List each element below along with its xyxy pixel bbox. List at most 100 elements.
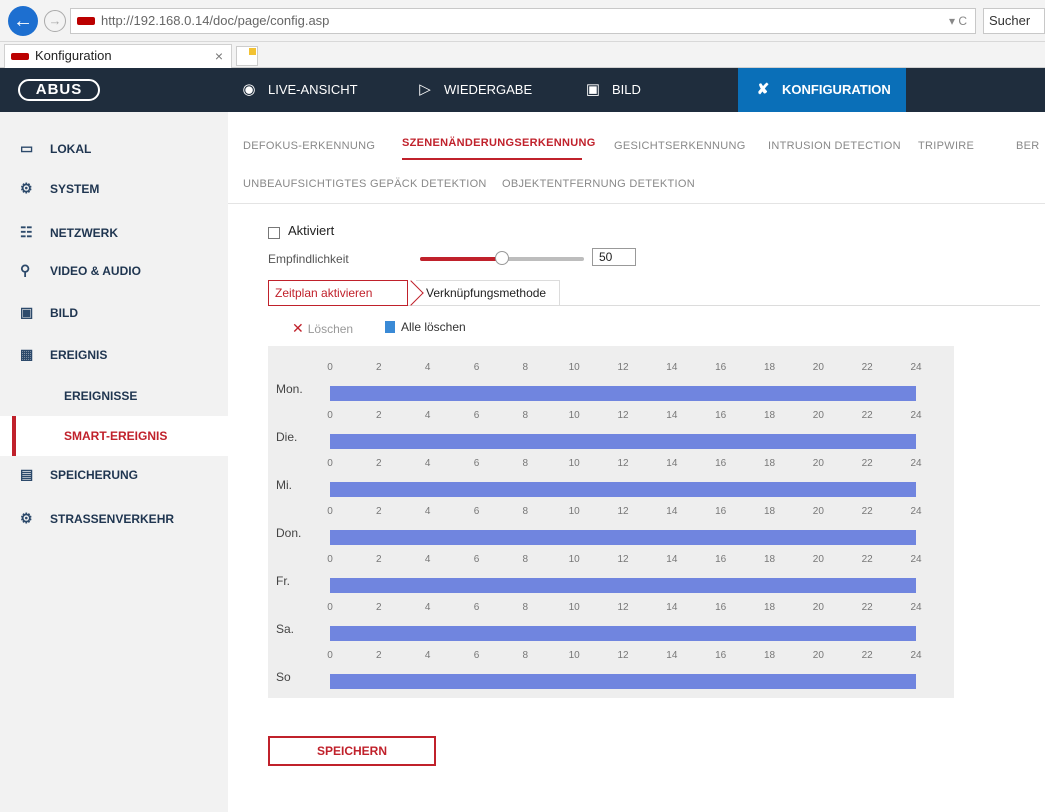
nav-playback[interactable]: ▷ WIEDERGABE (414, 68, 532, 112)
hour-tick: 8 (522, 506, 529, 517)
hour-tick: 0 (327, 362, 333, 373)
hour-tick: 4 (424, 650, 431, 661)
nav-image[interactable]: ▣ BILD (582, 68, 641, 112)
sensitivity-value-input[interactable]: 50 (592, 248, 636, 266)
hour-tick: 16 (715, 506, 727, 517)
traffic-icon: ⚙ (20, 510, 33, 526)
tab-defocus-detection[interactable]: DEFOKUS-ERKENNUNG (243, 140, 375, 152)
hour-tick: 24 (910, 506, 922, 517)
refresh-icon[interactable]: ▾ C (949, 9, 967, 33)
schedule-bar[interactable] (330, 626, 916, 641)
schedule-bar[interactable] (330, 482, 916, 497)
tab-unattended-baggage[interactable]: UNBEAUFSICHTIGTES GEPÄCK DETEKTION (243, 178, 487, 190)
sidebar-item-storage[interactable]: ▤ SPEICHERUNG (0, 454, 228, 494)
sidebar-item-event[interactable]: ▦ EREIGNIS (0, 334, 228, 374)
hour-tick: 2 (376, 506, 382, 517)
hour-tick: 0 (327, 554, 333, 565)
hour-tick: 10 (568, 506, 580, 517)
slider-handle[interactable] (495, 251, 509, 265)
tab-enable-schedule[interactable]: Zeitplan aktivieren (268, 280, 408, 306)
hour-tick: 20 (812, 554, 824, 565)
hour-tick: 24 (910, 554, 922, 565)
forward-button[interactable]: → (44, 10, 66, 32)
hour-tick: 2 (376, 458, 382, 469)
schedule-row: 0 2 4 6 8 10 12 14 16 18 20 22 24 Don. (268, 506, 954, 552)
play-icon: ▷ (419, 81, 431, 98)
hour-tick: 12 (617, 362, 629, 373)
schedule-grid: 0 2 4 6 8 10 12 14 16 18 20 22 24 Mon. 0 2 4 6 8 10 12 14 16 18… (268, 346, 954, 698)
delete-button[interactable]: ✕ Löschen (292, 320, 353, 337)
sidebar-item-label: EREIGNISSE (64, 389, 138, 403)
hour-tick: 12 (617, 506, 629, 517)
sidebar-item-traffic[interactable]: ⚙ STRAßENVERKEHR (0, 498, 228, 538)
tab-face-detection[interactable]: GESICHTSERKENNUNG (614, 140, 746, 152)
hour-tick: 14 (666, 602, 678, 613)
hour-tick: 6 (473, 554, 480, 565)
address-bar[interactable]: http://192.168.0.14/doc/page/config.asp … (70, 8, 976, 34)
image-icon: ▣ (585, 81, 601, 98)
sidebar-item-video-audio[interactable]: ⚲ VIDEO & AUDIO (0, 250, 228, 290)
browser-tab[interactable]: Konfiguration × (4, 44, 232, 68)
sidebar-item-events[interactable]: EREIGNISSE (0, 376, 228, 416)
hour-tick: 10 (568, 650, 580, 661)
schedule-bar[interactable] (330, 434, 916, 449)
hour-tick: 10 (568, 554, 580, 565)
sensitivity-label: Empfindlichkeit (268, 252, 349, 266)
sidebar-item-system[interactable]: ⚙ SYSTEM (0, 168, 228, 208)
new-tab-button[interactable] (236, 46, 258, 66)
nav-live-label: LIVE-ANSICHT (268, 82, 358, 97)
hour-tick: 12 (617, 458, 629, 469)
day-label: Don. (276, 526, 302, 540)
sidebar-item-image[interactable]: ▣ BILD (0, 292, 228, 332)
hour-tick: 18 (763, 362, 776, 373)
hour-tick: 10 (568, 458, 580, 469)
tab-linkage-method[interactable]: Verknüpfungsmethode (416, 280, 560, 306)
enable-checkbox[interactable] (268, 227, 280, 239)
active-tab-underline (402, 158, 582, 160)
save-button[interactable]: SPEICHERN (268, 736, 436, 766)
tab-tripwire[interactable]: TRIPWIRE (918, 140, 974, 152)
tab-scene-change-detection[interactable]: SZENENÄNDERUNGSERKENNUNG (402, 137, 596, 149)
hour-tick: 22 (861, 362, 873, 373)
sidebar-item-smart-event[interactable]: SMART-EREIGNIS (0, 416, 228, 456)
schedule-bar[interactable] (330, 386, 916, 401)
hour-tick: 18 (763, 506, 776, 517)
hour-tick: 8 (522, 554, 529, 565)
delete-all-button[interactable]: Alle löschen (385, 320, 466, 334)
tab-intrusion-detection[interactable]: INTRUSION DETECTION (768, 140, 901, 152)
sidebar-item-label: LOKAL (50, 142, 92, 156)
hour-tick: 18 (763, 458, 776, 469)
nav-configuration[interactable]: ✘ KONFIGURATION (738, 68, 906, 112)
schedule-bar[interactable] (330, 578, 916, 593)
microphone-icon: ⚲ (20, 262, 31, 278)
hour-tick: 6 (473, 458, 480, 469)
tab-close-icon[interactable]: × (215, 45, 223, 67)
hour-tick: 2 (376, 554, 382, 565)
hour-tick: 6 (473, 410, 480, 421)
schedule-bar[interactable] (330, 530, 916, 545)
browser-search-input[interactable]: Sucher (983, 8, 1045, 34)
back-button[interactable]: ← (8, 6, 38, 36)
hour-tick: 2 (376, 650, 382, 661)
nav-live-view[interactable]: ◉ LIVE-ANSICHT (238, 68, 358, 112)
hour-tick: 4 (424, 362, 431, 373)
hour-tick: 14 (666, 506, 678, 517)
sidebar-item-label: SYSTEM (50, 182, 100, 196)
hour-tick: 14 (666, 362, 678, 373)
hour-tick: 16 (715, 362, 727, 373)
sidebar-item-local[interactable]: ▭ LOKAL (0, 128, 228, 168)
hour-tick: 2 (376, 410, 382, 421)
sidebar-item-network[interactable]: ☷ NETZWERK (0, 212, 228, 252)
trash-icon (385, 321, 395, 333)
sidebar-item-label: BILD (50, 306, 78, 320)
schedule-bar[interactable] (330, 674, 916, 689)
hour-tick: 8 (522, 650, 529, 661)
nav-image-label: BILD (612, 82, 641, 97)
tab-region-detection[interactable]: BER (1016, 140, 1044, 152)
sidebar: ▭ LOKAL ⚙ SYSTEM ☷ NETZWERK ⚲ VIDEO & AUDIO … (0, 112, 228, 812)
hour-tick: 14 (666, 410, 678, 421)
hour-tick: 10 (568, 602, 580, 613)
hour-tick: 22 (861, 506, 873, 517)
hour-tick: 14 (666, 458, 678, 469)
tab-object-removal[interactable]: OBJEKTENTFERNUNG DETEKTION (502, 178, 695, 190)
